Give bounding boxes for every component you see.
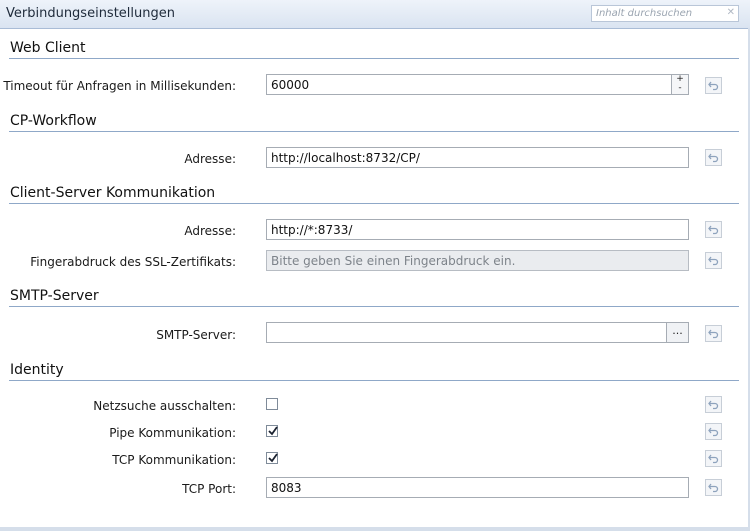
pipe-label: Pipe Kommunikation: bbox=[109, 426, 236, 440]
search-box[interactable]: ✕ bbox=[591, 5, 739, 22]
undo-icon bbox=[708, 256, 719, 266]
reset-netsearch-button[interactable] bbox=[705, 396, 722, 413]
smtp-server-label: SMTP-Server: bbox=[156, 328, 236, 342]
cs-address-field[interactable]: http://*:8733/ bbox=[266, 219, 689, 240]
reset-smtp-button[interactable] bbox=[705, 325, 722, 342]
reset-fingerprint-button[interactable] bbox=[705, 252, 722, 269]
tcp-port-label: TCP Port: bbox=[182, 482, 236, 496]
section-title-cp-workflow: CP-Workflow bbox=[10, 113, 97, 129]
cp-address-field[interactable]: http://localhost:8732/CP/ bbox=[266, 147, 689, 168]
cs-address-value: http://*:8733/ bbox=[271, 223, 353, 237]
fingerprint-placeholder: Bitte geben Sie einen Fingerabdruck ein. bbox=[271, 254, 516, 268]
undo-icon bbox=[708, 329, 719, 339]
checkmark-icon bbox=[268, 426, 278, 436]
checkmark-icon bbox=[268, 453, 278, 463]
fingerprint-field[interactable]: Bitte geben Sie einen Fingerabdruck ein. bbox=[266, 250, 689, 271]
window-titlebar: Verbindungseinstellungen ✕ bbox=[0, 0, 750, 29]
smtp-server-field[interactable]: ... bbox=[266, 322, 689, 343]
cp-address-value: http://localhost:8732/CP/ bbox=[271, 151, 420, 165]
fingerprint-label: Fingerabdruck des SSL-Zertifikats: bbox=[30, 255, 236, 269]
netsearch-checkbox[interactable] bbox=[266, 398, 278, 410]
undo-icon bbox=[708, 225, 719, 235]
decrement-button[interactable]: - bbox=[671, 84, 688, 94]
undo-icon bbox=[708, 427, 719, 437]
undo-icon bbox=[708, 400, 719, 410]
tcp-port-field[interactable]: 8083 bbox=[266, 477, 689, 498]
undo-icon bbox=[708, 483, 719, 493]
section-title-smtp: SMTP-Server bbox=[10, 288, 99, 304]
section-title-client-server: Client-Server Kommunikation bbox=[10, 185, 216, 201]
timeout-label: Timeout für Anfragen in Millisekunden: bbox=[3, 79, 236, 93]
tcp-port-value: 8083 bbox=[271, 481, 302, 495]
cs-address-label: Adresse: bbox=[184, 224, 236, 238]
window-title: Verbindungseinstellungen bbox=[6, 6, 175, 21]
reset-cp-address-button[interactable] bbox=[705, 149, 722, 166]
timeout-value: 60000 bbox=[271, 78, 310, 92]
tcp-checkbox[interactable] bbox=[266, 452, 278, 464]
reset-tcp-button[interactable] bbox=[705, 450, 722, 467]
undo-icon bbox=[708, 81, 719, 91]
section-divider bbox=[9, 131, 739, 132]
reset-cs-address-button[interactable] bbox=[705, 221, 722, 238]
section-title-web-client: Web Client bbox=[10, 40, 86, 56]
browse-button[interactable]: ... bbox=[666, 323, 688, 342]
section-divider bbox=[9, 58, 739, 59]
window-border bbox=[0, 527, 750, 531]
section-divider bbox=[9, 380, 739, 381]
netsearch-label: Netzsuche ausschalten: bbox=[93, 399, 236, 413]
section-title-identity: Identity bbox=[10, 362, 64, 378]
pipe-checkbox[interactable] bbox=[266, 425, 278, 437]
reset-tcp-port-button[interactable] bbox=[705, 479, 722, 496]
undo-icon bbox=[708, 454, 719, 464]
cp-address-label: Adresse: bbox=[184, 152, 236, 166]
close-icon[interactable]: ✕ bbox=[727, 7, 735, 18]
undo-icon bbox=[708, 153, 719, 163]
timeout-field[interactable]: 60000 + - bbox=[266, 74, 689, 95]
reset-pipe-button[interactable] bbox=[705, 423, 722, 440]
search-input[interactable] bbox=[592, 6, 724, 21]
section-divider bbox=[9, 203, 739, 204]
tcp-label: TCP Kommunikation: bbox=[112, 453, 236, 467]
section-divider bbox=[9, 306, 739, 307]
reset-timeout-button[interactable] bbox=[705, 77, 722, 94]
